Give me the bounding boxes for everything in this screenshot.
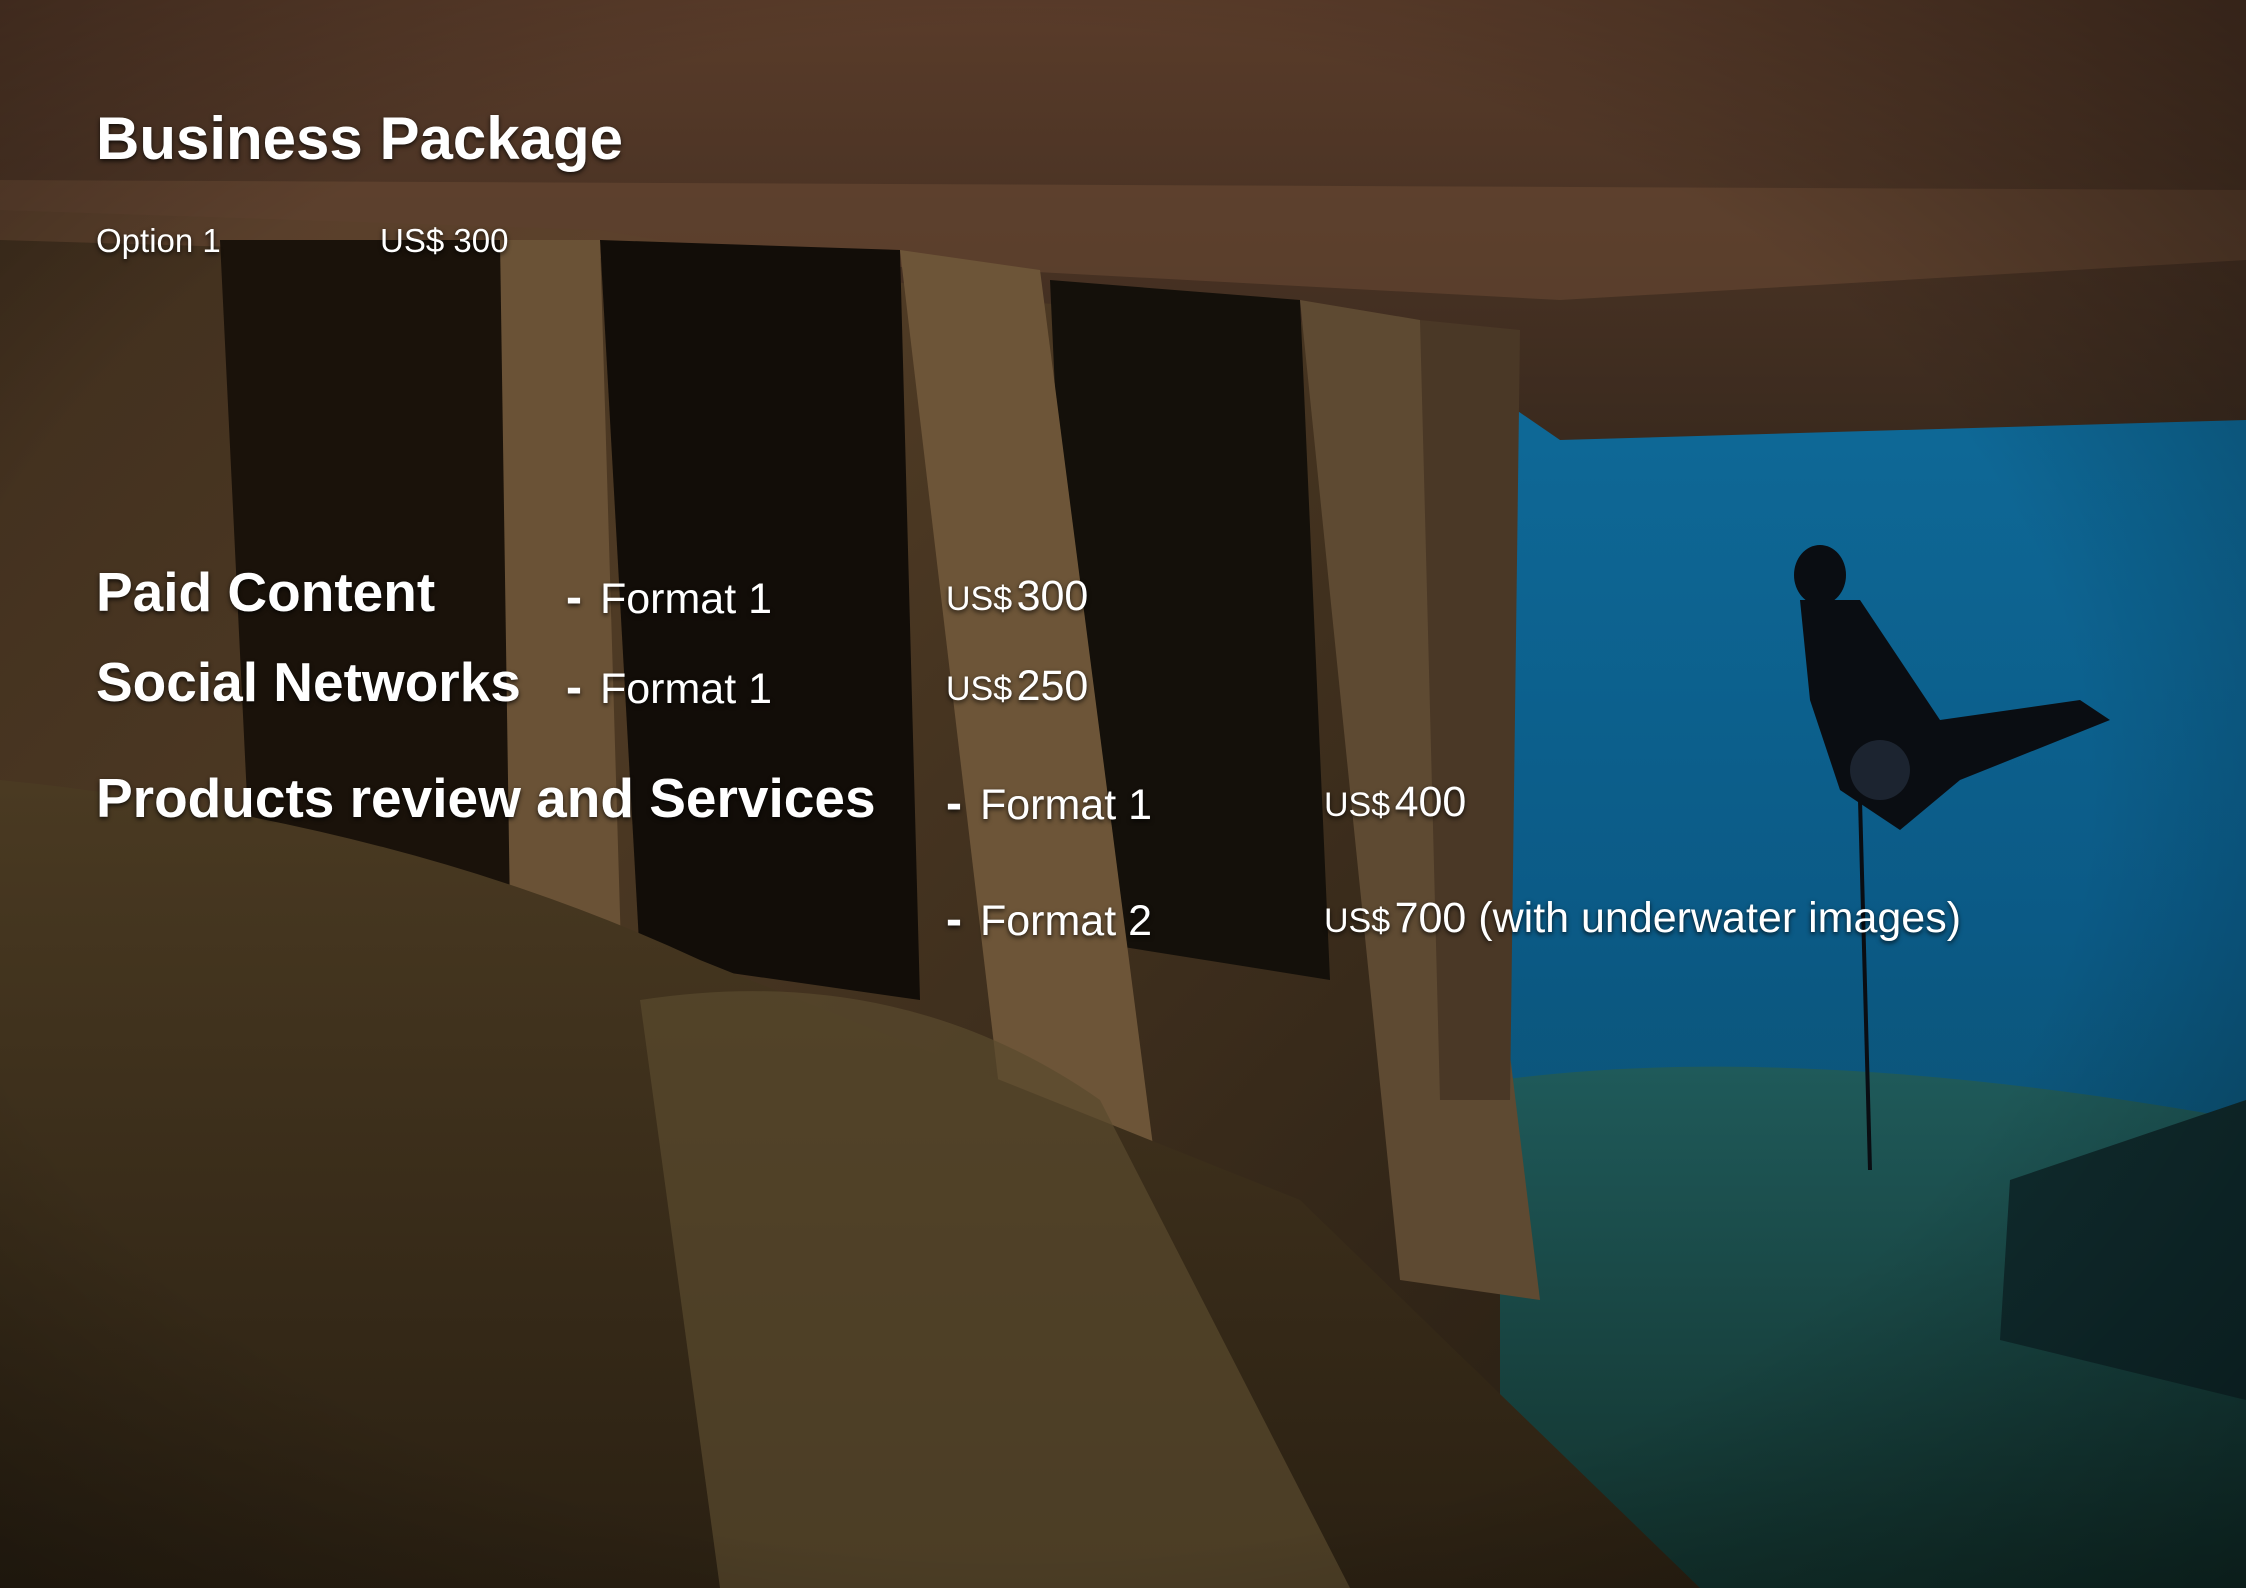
item-heading-products-review: Products review and Services — [96, 767, 876, 829]
item-format-social-networks: - Format 1 — [566, 660, 772, 715]
item-format-products-review-1: - Format 1 — [946, 776, 1152, 831]
item-price-social-networks: US$ 250 — [946, 662, 1088, 711]
amount: 400 — [1394, 778, 1467, 826]
amount: 300 — [1016, 572, 1089, 620]
amount: 700 (with underwater images) — [1394, 894, 1962, 942]
option-label: Option 1 — [96, 222, 221, 259]
item-price-products-review-1: US$ 400 — [1324, 778, 1466, 827]
item-format-products-review-2: - Format 2 — [946, 892, 1152, 947]
currency: US$ — [1324, 902, 1391, 940]
item-heading-social-networks: Social Networks — [96, 651, 521, 713]
page-title: Business Package — [96, 105, 623, 172]
format-label: Format 2 — [979, 897, 1153, 945]
currency: US$ — [1324, 786, 1391, 824]
dash: - — [566, 661, 582, 714]
dash: - — [566, 571, 582, 624]
currency: US$ — [946, 580, 1013, 618]
item-heading-paid-content: Paid Content — [96, 561, 436, 623]
currency: US$ — [946, 670, 1013, 708]
dash: - — [946, 893, 962, 946]
amount: 250 — [1016, 662, 1089, 710]
option-price: US$ 300 — [380, 222, 509, 259]
format-label: Format 1 — [599, 575, 773, 623]
item-format-paid-content: - Format 1 — [566, 570, 772, 625]
format-label: Format 1 — [979, 781, 1153, 829]
format-label: Format 1 — [599, 665, 773, 713]
item-price-products-review-2: US$ 700 (with underwater images) — [1324, 894, 1961, 943]
item-price-paid-content: US$ 300 — [946, 572, 1088, 621]
slide: Business Package Option 1 US$ 300 Paid C… — [0, 0, 2246, 1588]
dash: - — [946, 777, 962, 830]
